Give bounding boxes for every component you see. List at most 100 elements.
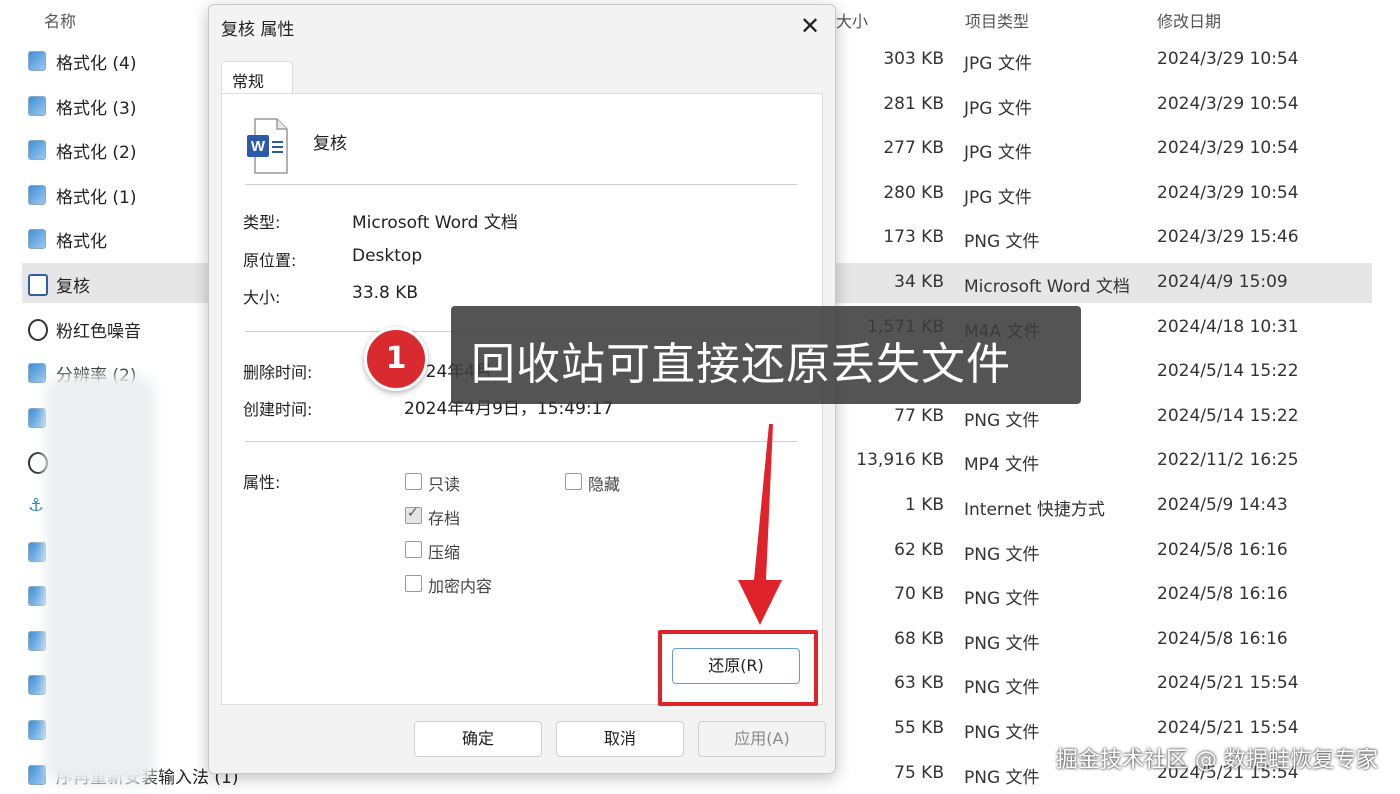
file-type-cell: Microsoft Word 文档 xyxy=(964,277,1130,297)
readonly-checkbox[interactable] xyxy=(405,473,422,490)
column-header-name[interactable]: 名称 xyxy=(44,8,76,32)
file-type-cell: PNG 文件 xyxy=(964,589,1040,610)
file-type-cell: PNG 文件 xyxy=(964,723,1040,743)
word-document-icon: W xyxy=(247,118,288,174)
file-name-cell: 格式化 (1) xyxy=(56,187,137,208)
image-file-icon xyxy=(28,95,46,116)
file-type-cell: PNG 文件 xyxy=(964,410,1040,431)
file-date-cell: 2024/3/29 15:46 xyxy=(1157,227,1299,248)
image-file-icon xyxy=(28,229,46,250)
file-size-cell: 68 KB xyxy=(894,628,944,649)
apply-button[interactable]: 应用(A) xyxy=(698,721,826,757)
file-date-cell: 2024/3/29 10:54 xyxy=(1157,138,1299,159)
compress-checkbox[interactable] xyxy=(405,541,422,558)
image-file-icon xyxy=(28,140,46,161)
tab-general[interactable]: 常规 xyxy=(221,61,293,96)
svg-text:W: W xyxy=(251,138,266,155)
file-size-cell: 77 KB xyxy=(894,405,944,426)
shortcut-icon: ⚓ xyxy=(28,495,45,516)
image-file-icon xyxy=(28,184,46,205)
tab-general-label: 常规 xyxy=(232,72,265,91)
archive-checkbox[interactable] xyxy=(405,505,422,524)
file-name: 复核 xyxy=(313,134,347,154)
file-size-cell: 1 KB xyxy=(904,495,944,515)
location-label: 原位置: xyxy=(243,251,297,270)
file-date-cell: 2024/5/8 16:16 xyxy=(1157,628,1288,649)
size-value: 33.8 KB xyxy=(352,283,419,303)
close-icon[interactable]: ✕ xyxy=(795,11,825,41)
hidden-checkbox[interactable] xyxy=(565,473,582,490)
file-type-cell: JPG 文件 xyxy=(964,143,1032,164)
file-size-cell: 75 KB xyxy=(894,762,944,783)
file-size-cell: 277 KB xyxy=(883,138,944,159)
ok-button[interactable]: 确定 xyxy=(414,721,542,757)
file-date-cell: 2022/11/2 16:25 xyxy=(1157,450,1299,471)
divider xyxy=(245,441,797,442)
file-date-cell: 2024/4/9 15:09 xyxy=(1157,272,1288,292)
image-file-icon xyxy=(28,764,46,785)
file-date-cell: 2024/5/8 16:16 xyxy=(1157,584,1288,605)
created-label: 创建时间: xyxy=(243,400,313,419)
column-header-modified[interactable]: 修改日期 xyxy=(1157,8,1221,32)
file-type-cell: JPG 文件 xyxy=(964,54,1032,74)
annotation-text: 回收站可直接还原丢失文件 xyxy=(471,339,1011,390)
column-header-size[interactable]: 大小 xyxy=(836,8,868,32)
image-file-icon xyxy=(28,675,46,696)
word-file-icon xyxy=(28,274,48,296)
compress-label: 压缩 xyxy=(428,543,461,562)
image-file-icon xyxy=(28,541,46,562)
watermark: 掘金技术社区 @ 数据蛙恢复专家 xyxy=(1056,748,1378,773)
encrypt-checkbox[interactable] xyxy=(405,575,422,592)
file-type-cell: PNG 文件 xyxy=(964,678,1040,699)
file-size-cell: 281 KB xyxy=(883,93,944,114)
file-size-cell: 62 KB xyxy=(894,539,944,560)
deleted-label: 删除时间: xyxy=(243,363,313,382)
file-date-cell: 2024/5/21 15:54 xyxy=(1157,718,1299,738)
file-type-cell: JPG 文件 xyxy=(964,187,1032,208)
file-name-cell: 格式化 (2) xyxy=(56,143,137,164)
type-label: 类型: xyxy=(243,213,281,232)
file-size-cell: 70 KB xyxy=(894,584,944,605)
file-type-cell: PNG 文件 xyxy=(964,633,1040,654)
arrow-down-icon xyxy=(738,424,782,625)
file-date-cell: 2024/5/8 16:16 xyxy=(1157,539,1288,560)
divider xyxy=(245,184,797,185)
file-type-cell: Internet 快捷方式 xyxy=(964,500,1105,520)
annotation-callout: 回收站可直接还原丢失文件 xyxy=(451,306,1081,404)
file-size-cell: 55 KB xyxy=(894,718,944,738)
file-name-cell: 复核 xyxy=(56,277,90,297)
file-date-cell: 2024/3/29 10:54 xyxy=(1157,93,1299,114)
file-size-cell: 303 KB xyxy=(883,49,944,69)
file-name-cell: 格式化 (4) xyxy=(56,54,137,74)
image-file-icon xyxy=(28,51,46,71)
image-file-icon xyxy=(28,363,46,384)
file-type-cell: MP4 文件 xyxy=(964,455,1040,476)
file-size-cell: 63 KB xyxy=(894,673,944,694)
encrypt-label: 加密内容 xyxy=(428,577,493,596)
file-date-cell: 2024/4/18 10:31 xyxy=(1157,316,1299,337)
image-file-icon xyxy=(28,630,46,651)
file-type-cell: JPG 文件 xyxy=(964,98,1032,119)
file-size-cell: 280 KB xyxy=(883,182,944,203)
location-value: Desktop xyxy=(352,246,423,266)
file-date-cell: 2024/3/29 10:54 xyxy=(1157,49,1299,69)
step-badge: 1 xyxy=(364,327,428,391)
cancel-button[interactable]: 取消 xyxy=(556,721,684,757)
image-file-icon xyxy=(28,720,46,740)
file-date-cell: 2024/3/29 10:54 xyxy=(1157,182,1299,203)
file-name-cell: 格式化 xyxy=(56,232,107,253)
file-date-cell: 2024/5/9 14:43 xyxy=(1157,495,1288,515)
image-file-icon xyxy=(28,407,46,428)
column-header-type[interactable]: 项目类型 xyxy=(965,8,1029,32)
readonly-label: 只读 xyxy=(428,475,461,494)
blurred-region xyxy=(45,375,155,785)
file-size-cell: 34 KB xyxy=(894,272,944,292)
file-name-cell: 粉红色噪音 xyxy=(56,321,141,342)
file-name-cell: 格式化 (3) xyxy=(56,98,137,119)
image-file-icon xyxy=(28,586,46,607)
hidden-label: 隐藏 xyxy=(588,475,621,494)
file-size-cell: 173 KB xyxy=(883,227,944,248)
archive-label: 存档 xyxy=(428,509,461,528)
size-label: 大小: xyxy=(243,288,281,307)
file-type-cell: PNG 文件 xyxy=(964,767,1040,788)
